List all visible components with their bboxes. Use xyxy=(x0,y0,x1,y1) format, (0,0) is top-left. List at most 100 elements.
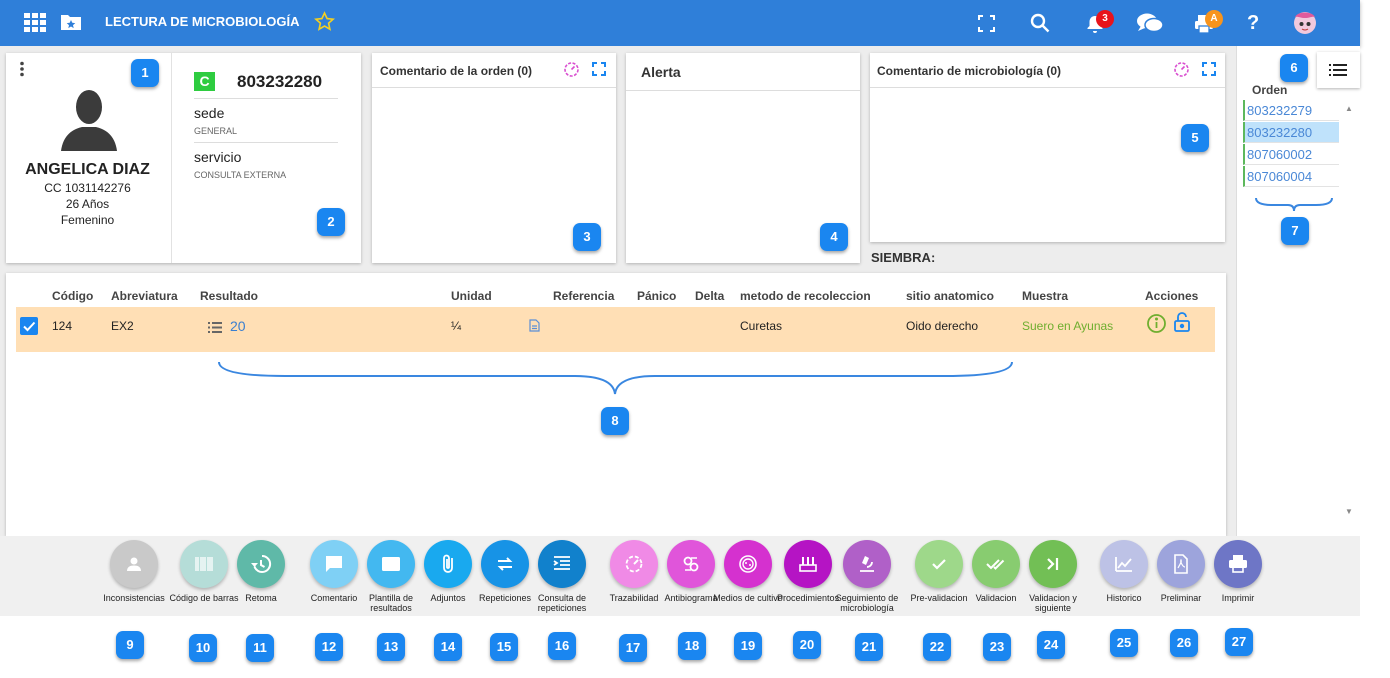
gauge-icon[interactable] xyxy=(563,61,580,83)
inconsistencias-button[interactable] xyxy=(110,540,158,588)
marker-10: 10 xyxy=(189,634,217,662)
comentario-button[interactable] xyxy=(310,540,358,588)
patient-card-divider xyxy=(171,53,172,263)
expand-icon[interactable] xyxy=(592,62,606,81)
marker-6: 6 xyxy=(1280,54,1308,82)
validacion-button[interactable] xyxy=(972,540,1020,588)
marker-24: 24 xyxy=(1037,631,1065,659)
medios-de-cultivo-button[interactable] xyxy=(724,540,772,588)
scroll-down-icon[interactable]: ▼ xyxy=(1345,507,1353,516)
patient-document: CC 1031142276 xyxy=(44,181,131,195)
column-header[interactable]: sitio anatomico xyxy=(906,289,994,303)
order-list-item[interactable]: 803232279 xyxy=(1243,100,1339,121)
column-header[interactable]: Resultado xyxy=(200,289,258,303)
preliminar-button[interactable] xyxy=(1157,540,1205,588)
print-badge: A xyxy=(1205,10,1223,28)
kebab-menu-icon[interactable] xyxy=(19,61,25,82)
order-comment-title: Comentario de la orden (0) xyxy=(380,64,533,78)
column-header[interactable]: metodo de recoleccion xyxy=(740,289,871,303)
sidebar-header: Orden xyxy=(1252,83,1288,97)
order-list-item-selected[interactable]: 803232280 xyxy=(1243,122,1339,143)
imprimir-button[interactable] xyxy=(1214,540,1262,588)
apps-grid-icon[interactable] xyxy=(24,13,46,33)
procedimientos-button[interactable] xyxy=(784,540,832,588)
column-header[interactable]: Abreviatura xyxy=(111,289,178,303)
gauge-icon[interactable] xyxy=(1173,61,1190,83)
chat-icon[interactable] xyxy=(1136,12,1164,39)
petri-icon xyxy=(739,555,757,573)
marker-3: 3 xyxy=(573,223,601,251)
servicio-value: CONSULTA EXTERNA xyxy=(194,170,287,180)
column-header[interactable]: Unidad xyxy=(451,289,492,303)
avatar[interactable] xyxy=(1291,9,1319,42)
search-icon[interactable] xyxy=(1030,13,1050,38)
patient-age: 26 Años xyxy=(65,197,110,211)
template-icon xyxy=(382,557,400,571)
retoma-button[interactable] xyxy=(237,540,285,588)
patient-name: ANGELICA DIAZ xyxy=(25,161,150,178)
divider xyxy=(194,98,338,99)
divider xyxy=(870,87,1225,88)
order-list-item[interactable]: 807060002 xyxy=(1243,144,1339,165)
antibiogram-icon xyxy=(683,556,699,572)
column-header[interactable]: Código xyxy=(52,289,93,303)
pre-validacion-button[interactable] xyxy=(915,540,963,588)
marker-8: 8 xyxy=(601,407,629,435)
expand-icon[interactable] xyxy=(1202,62,1216,81)
marker-7: 7 xyxy=(1281,217,1309,245)
order-number: 803232280 xyxy=(237,72,323,91)
sede-value: GENERAL xyxy=(194,126,238,136)
validacion-y-siguiente-button[interactable] xyxy=(1029,540,1077,588)
column-header[interactable]: Delta xyxy=(695,289,724,303)
row-checkbox[interactable] xyxy=(20,317,38,335)
marker-17: 17 xyxy=(619,634,647,662)
order-list-item[interactable]: 807060004 xyxy=(1243,166,1339,187)
trazabilidad-button[interactable] xyxy=(610,540,658,588)
result-list-icon[interactable] xyxy=(208,320,222,338)
adjuntos-button[interactable] xyxy=(424,540,472,588)
marker-27: 27 xyxy=(1225,628,1253,656)
row-metodo: Curetas xyxy=(740,319,783,333)
scroll-up-icon[interactable]: ▲ xyxy=(1345,104,1353,113)
column-header[interactable]: Acciones xyxy=(1145,289,1198,303)
plantilla-de-resultados-button[interactable] xyxy=(367,540,415,588)
consulta-de-repeticiones-button[interactable] xyxy=(538,540,586,588)
marker-22: 22 xyxy=(923,633,951,661)
historico-button[interactable] xyxy=(1100,540,1148,588)
fullscreen-icon[interactable] xyxy=(978,15,995,37)
patient-avatar-icon xyxy=(59,85,119,156)
trace-icon xyxy=(625,555,643,573)
marker-15: 15 xyxy=(490,633,518,661)
page-title: LECTURA DE MICROBIOLOGÍA xyxy=(105,14,300,29)
row-sitio: Oido derecho xyxy=(906,319,979,333)
marker-19: 19 xyxy=(734,632,762,660)
column-header[interactable]: Referencia xyxy=(553,289,614,303)
barcode-icon xyxy=(195,557,213,571)
código-de-barras-button[interactable] xyxy=(180,540,228,588)
micro-comment-panel xyxy=(870,53,1225,242)
column-header[interactable]: Pánico xyxy=(637,289,676,303)
action-label: Validacion y siguiente xyxy=(1029,593,1077,613)
history-icon xyxy=(251,554,272,573)
row-resultado[interactable]: 20 xyxy=(230,318,246,334)
unlock-icon[interactable] xyxy=(1173,311,1191,338)
info-icon[interactable] xyxy=(1146,313,1167,339)
repeticiones-button[interactable] xyxy=(481,540,529,588)
next-icon xyxy=(1047,558,1059,570)
top-bar: LECTURA DE MICROBIOLOGÍA 3 A ? xyxy=(0,0,1360,46)
folder-star-icon[interactable] xyxy=(60,13,82,36)
list-toggle-button[interactable] xyxy=(1317,52,1360,88)
siembra-label: SIEMBRA: xyxy=(871,250,936,265)
help-icon[interactable]: ? xyxy=(1247,13,1259,33)
antibiograma-button[interactable] xyxy=(667,540,715,588)
row-codigo: 124 xyxy=(52,319,73,333)
order-type-badge: C xyxy=(194,72,215,91)
seguimiento-de-microbiología-button[interactable] xyxy=(843,540,891,588)
marker-25: 25 xyxy=(1110,629,1138,657)
column-header[interactable]: Muestra xyxy=(1022,289,1068,303)
reference-document-icon[interactable] xyxy=(529,319,540,337)
divider xyxy=(194,142,338,143)
divider xyxy=(372,87,616,88)
person-icon xyxy=(127,557,141,571)
favorite-star-icon[interactable] xyxy=(314,11,335,37)
